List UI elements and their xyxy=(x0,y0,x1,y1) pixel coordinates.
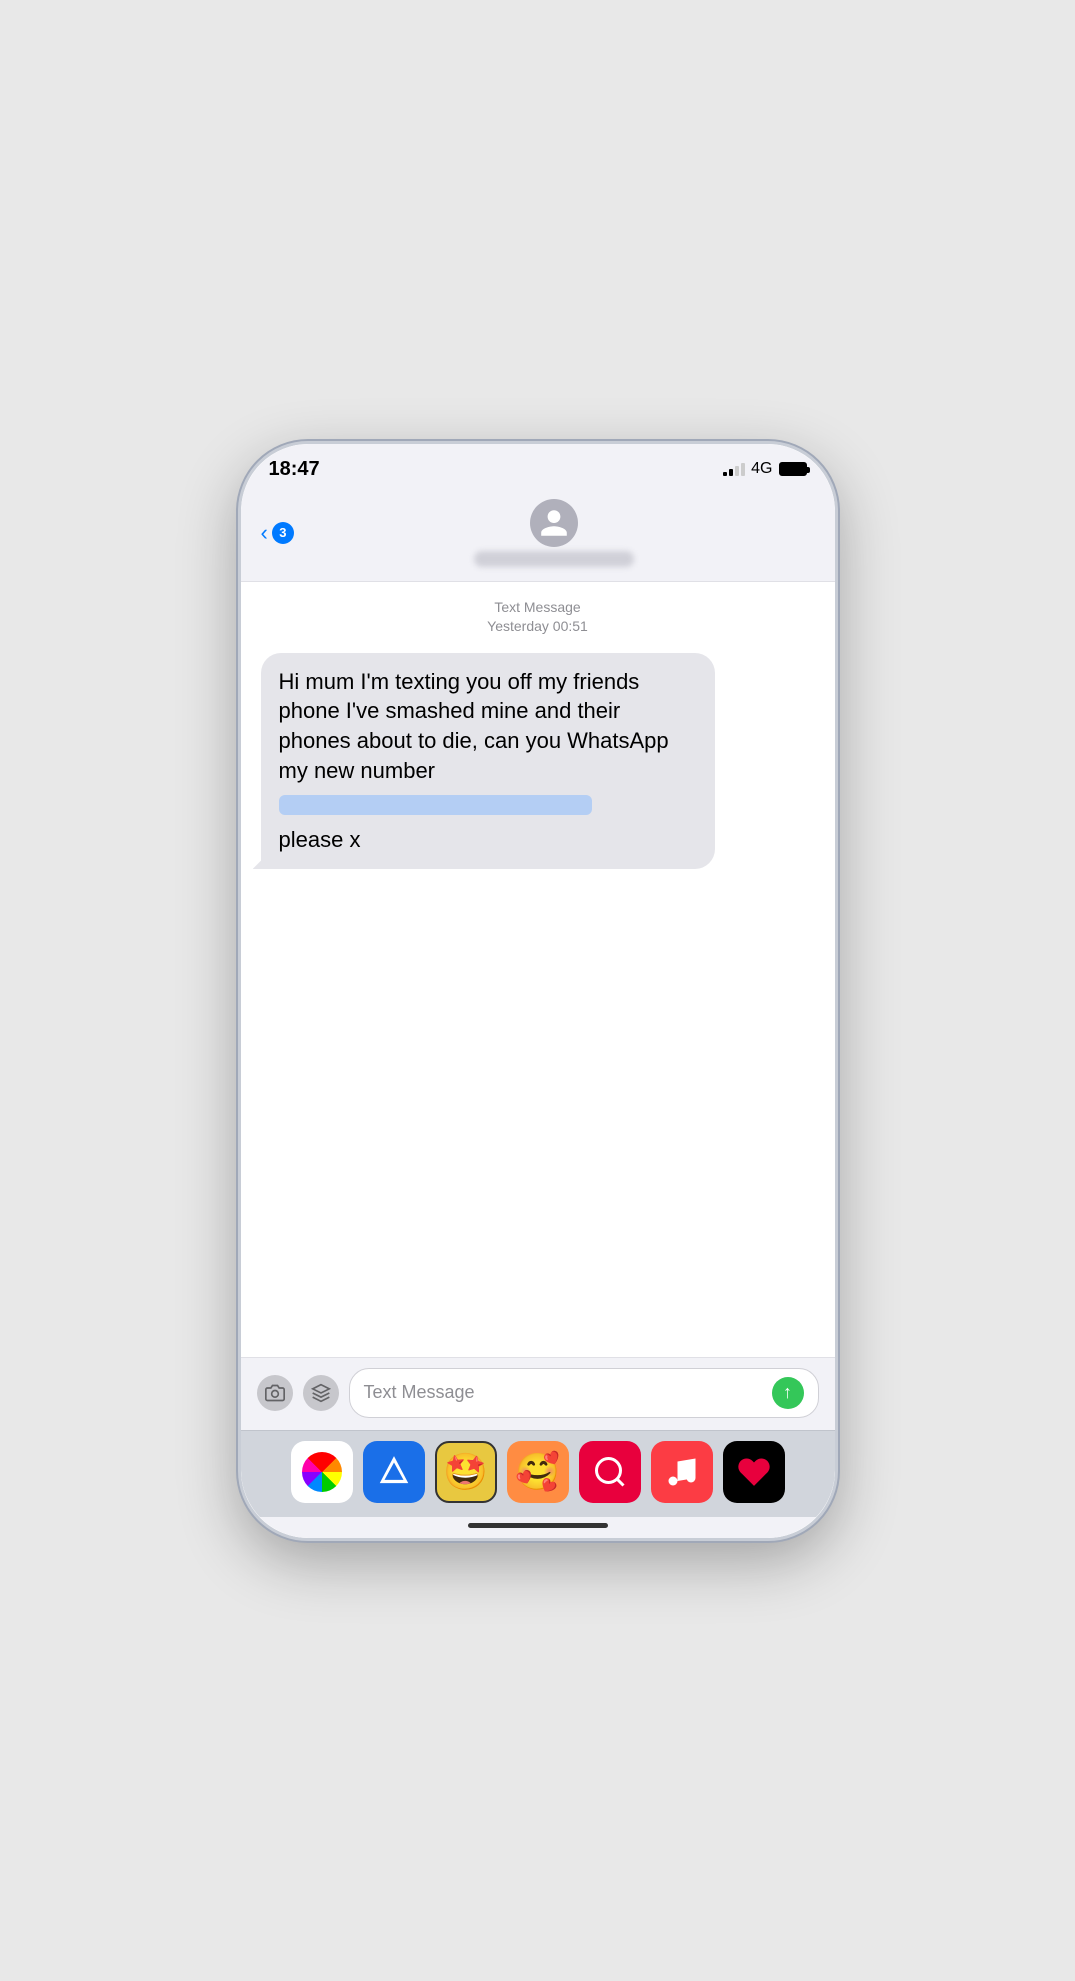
message-bubble: Hi mum I'm texting you off my friends ph… xyxy=(261,653,715,869)
back-badge: 3 xyxy=(272,522,294,544)
dock-memoji1-icon[interactable]: 🤩 xyxy=(435,1441,497,1503)
dock-search-icon[interactable] xyxy=(579,1441,641,1503)
message-date-header: Text Message Yesterday 00:51 xyxy=(261,598,815,637)
dock-memoji2-icon[interactable]: 🥰 xyxy=(507,1441,569,1503)
avatar[interactable] xyxy=(530,499,578,547)
send-button[interactable] xyxy=(772,1377,804,1409)
nav-center xyxy=(294,499,815,567)
dock-music-icon[interactable] xyxy=(651,1441,713,1503)
message-timestamp: Yesterday 00:51 xyxy=(261,617,815,637)
camera-button[interactable] xyxy=(257,1375,293,1411)
battery-icon xyxy=(779,462,807,476)
nav-bar: ‹ 3 xyxy=(241,489,835,582)
signal-icon xyxy=(723,462,745,476)
home-indicator xyxy=(241,1517,835,1538)
message-text-suffix: please x xyxy=(279,825,697,855)
person-icon xyxy=(538,507,570,539)
message-type-label: Text Message xyxy=(261,598,815,618)
appstore-button[interactable] xyxy=(303,1375,339,1411)
appstore-a-icon xyxy=(375,1453,413,1491)
message-bubble-wrapper: Hi mum I'm texting you off my friends ph… xyxy=(261,653,815,869)
message-area: Text Message Yesterday 00:51 Hi mum I'm … xyxy=(241,582,835,1357)
chevron-left-icon: ‹ xyxy=(261,520,268,546)
contact-name-blurred xyxy=(474,551,634,567)
heart-icon xyxy=(736,1454,772,1490)
message-input-field[interactable]: Text Message xyxy=(349,1368,819,1418)
status-bar: 18:47 4G xyxy=(241,444,835,489)
back-button[interactable]: ‹ 3 xyxy=(261,520,294,546)
blurred-phone-number xyxy=(279,795,593,815)
input-area: Text Message xyxy=(241,1357,835,1430)
search-globe-icon xyxy=(592,1454,628,1490)
phone-screen: 18:47 4G ‹ 3 xyxy=(241,444,835,1538)
phone-frame: 18:47 4G ‹ 3 xyxy=(238,441,838,1541)
music-note-icon xyxy=(664,1454,700,1490)
message-text-main: Hi mum I'm texting you off my friends ph… xyxy=(279,669,669,783)
camera-icon xyxy=(265,1383,285,1403)
dock: 🤩 🥰 xyxy=(241,1430,835,1517)
appstore-icon xyxy=(311,1383,331,1403)
status-icons: 4G xyxy=(723,460,806,478)
dock-heart-icon[interactable] xyxy=(723,1441,785,1503)
dock-appstore-icon[interactable] xyxy=(363,1441,425,1503)
home-bar xyxy=(468,1523,608,1528)
network-label: 4G xyxy=(751,460,772,478)
photos-rainbow-icon xyxy=(302,1452,342,1492)
status-time: 18:47 xyxy=(269,458,320,481)
input-placeholder-text: Text Message xyxy=(364,1382,762,1403)
dock-photos-icon[interactable] xyxy=(291,1441,353,1503)
